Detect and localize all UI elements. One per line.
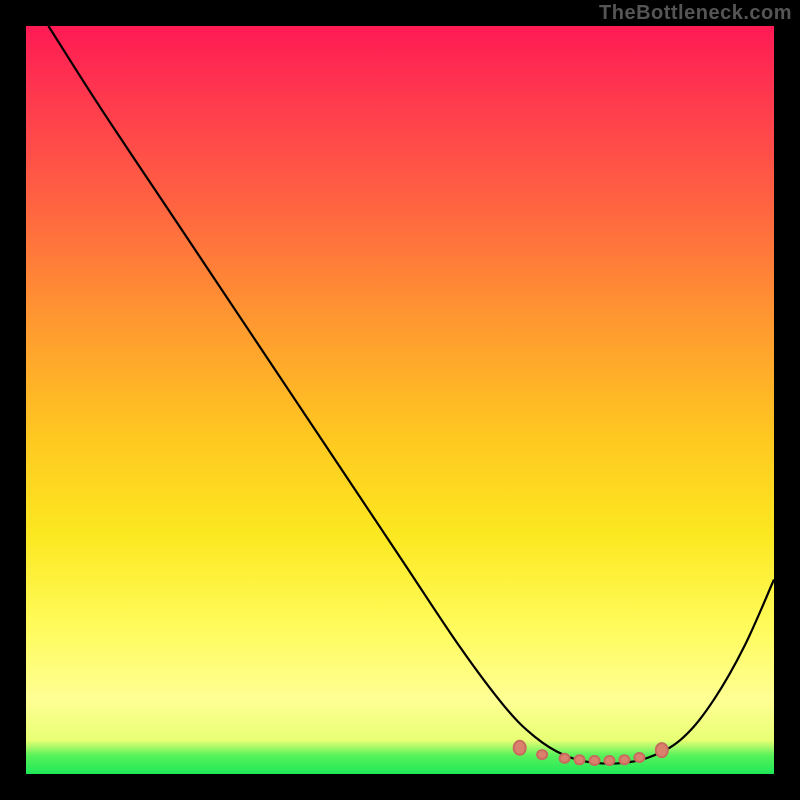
- chart-svg: [26, 26, 774, 774]
- watermark-text: TheBottleneck.com: [599, 2, 792, 25]
- chart-frame: TheBottleneck.com: [0, 0, 800, 800]
- bottleneck-curve: [48, 26, 774, 764]
- marker-group: [514, 741, 668, 765]
- plot-area: [26, 26, 774, 774]
